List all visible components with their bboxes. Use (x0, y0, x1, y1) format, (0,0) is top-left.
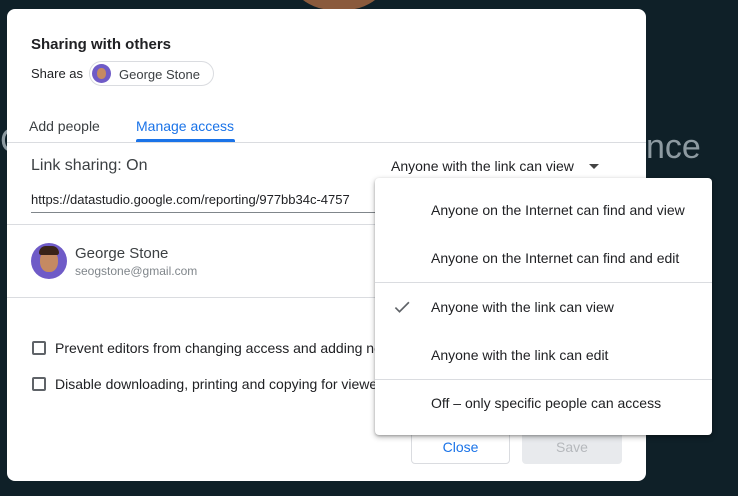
person-name: George Stone (75, 245, 169, 262)
background-text-right: nce (646, 128, 701, 166)
person-email: seogstone@gmail.com (75, 264, 198, 278)
share-url-field[interactable]: https://datastudio.google.com/reporting/… (31, 192, 383, 207)
menu-item-off[interactable]: Off – only specific people can access (431, 395, 661, 411)
disable-downloading-label: Disable downloading, printing and copyin… (55, 376, 389, 392)
share-as-label: Share as (31, 66, 84, 81)
caret-down-icon (589, 164, 599, 169)
link-sharing-menu: Anyone on the Internet can find and view… (375, 178, 712, 435)
menu-divider (375, 282, 712, 283)
menu-item-internet-edit[interactable]: Anyone on the Internet can find and edit (431, 250, 679, 266)
avatar (92, 64, 111, 83)
link-sharing-select[interactable]: Anyone with the link can view (391, 158, 574, 174)
menu-item-link-view[interactable]: Anyone with the link can view (431, 299, 614, 315)
menu-item-link-edit[interactable]: Anyone with the link can edit (431, 347, 608, 363)
hair-shape (39, 246, 59, 255)
save-button[interactable]: Save (522, 431, 622, 464)
share-as-chip[interactable]: George Stone (89, 61, 214, 86)
tabs-divider (7, 142, 646, 143)
tab-add-people[interactable]: Add people (29, 118, 100, 134)
menu-item-internet-view[interactable]: Anyone on the Internet can find and view (431, 202, 685, 218)
menu-divider (375, 379, 712, 380)
person-avatar (31, 243, 67, 279)
checkmark-icon (394, 301, 410, 313)
tab-manage-access[interactable]: Manage access (136, 118, 234, 134)
url-underline (31, 212, 383, 213)
prevent-editors-checkbox[interactable] (32, 341, 46, 355)
share-as-name: George Stone (119, 67, 200, 82)
link-sharing-label: Link sharing: On (31, 157, 148, 174)
dialog-title: Sharing with others (31, 36, 172, 53)
close-button[interactable]: Close (411, 431, 510, 464)
disable-downloading-checkbox[interactable] (32, 377, 46, 391)
